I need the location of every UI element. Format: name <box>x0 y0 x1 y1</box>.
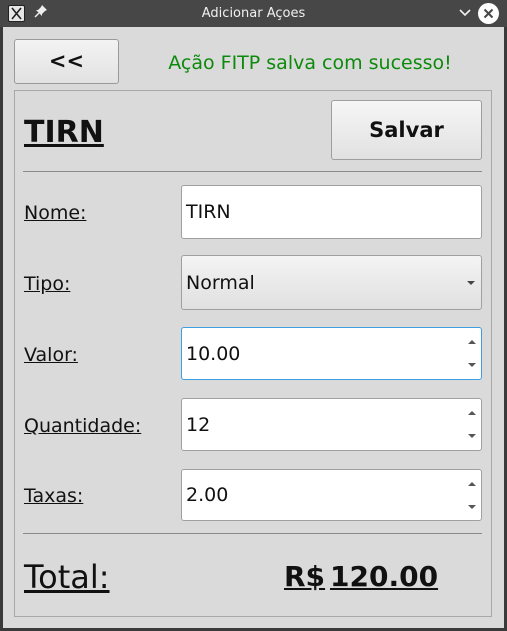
nome-label: Nome: <box>24 202 87 224</box>
tipo-select[interactable]: Normal <box>181 255 482 310</box>
nome-field[interactable]: TIRN <box>181 185 482 239</box>
tipo-value: Normal <box>186 271 255 294</box>
total-label: Total: <box>24 558 110 596</box>
close-icon[interactable] <box>478 3 499 24</box>
quantidade-stepper <box>465 401 479 448</box>
divider <box>23 171 482 172</box>
window-title: Adicionar Açoes <box>201 6 306 21</box>
taxas-label: Taxas: <box>24 485 84 507</box>
taxas-stepper <box>465 472 479 518</box>
quantidade-increment-icon[interactable] <box>465 401 479 425</box>
quantidade-spinbox[interactable]: 12 <box>181 398 482 451</box>
taxas-increment-icon[interactable] <box>465 472 479 495</box>
nome-value: TIRN <box>186 201 231 223</box>
quantidade-label: Quantidade: <box>24 415 142 437</box>
valor-increment-icon[interactable] <box>465 330 479 354</box>
chevron-down-icon[interactable] <box>455 3 475 23</box>
valor-decrement-icon[interactable] <box>465 354 479 378</box>
taxas-value: 2.00 <box>186 484 229 506</box>
taxas-decrement-icon[interactable] <box>465 495 479 518</box>
valor-stepper <box>465 330 479 377</box>
save-button[interactable]: Salvar <box>331 100 482 160</box>
total-value: 120.00 <box>330 560 439 593</box>
currency-symbol: R$ <box>284 560 326 593</box>
ticker-title: TIRN <box>24 115 104 150</box>
valor-spinbox[interactable]: 10.00 <box>181 327 482 380</box>
dropdown-arrow-icon <box>467 280 475 285</box>
valor-value: 10.00 <box>186 342 241 365</box>
tipo-label: Tipo: <box>24 273 71 295</box>
valor-label: Valor: <box>24 344 78 366</box>
divider <box>23 533 482 534</box>
quantidade-decrement-icon[interactable] <box>465 425 479 449</box>
title-bar: Adicionar Açoes <box>0 0 507 27</box>
status-message: Ação FITP salva com sucesso! <box>168 52 452 74</box>
quantidade-value: 12 <box>186 413 211 436</box>
taxas-spinbox[interactable]: 2.00 <box>181 469 482 521</box>
back-button[interactable]: << <box>14 39 119 84</box>
